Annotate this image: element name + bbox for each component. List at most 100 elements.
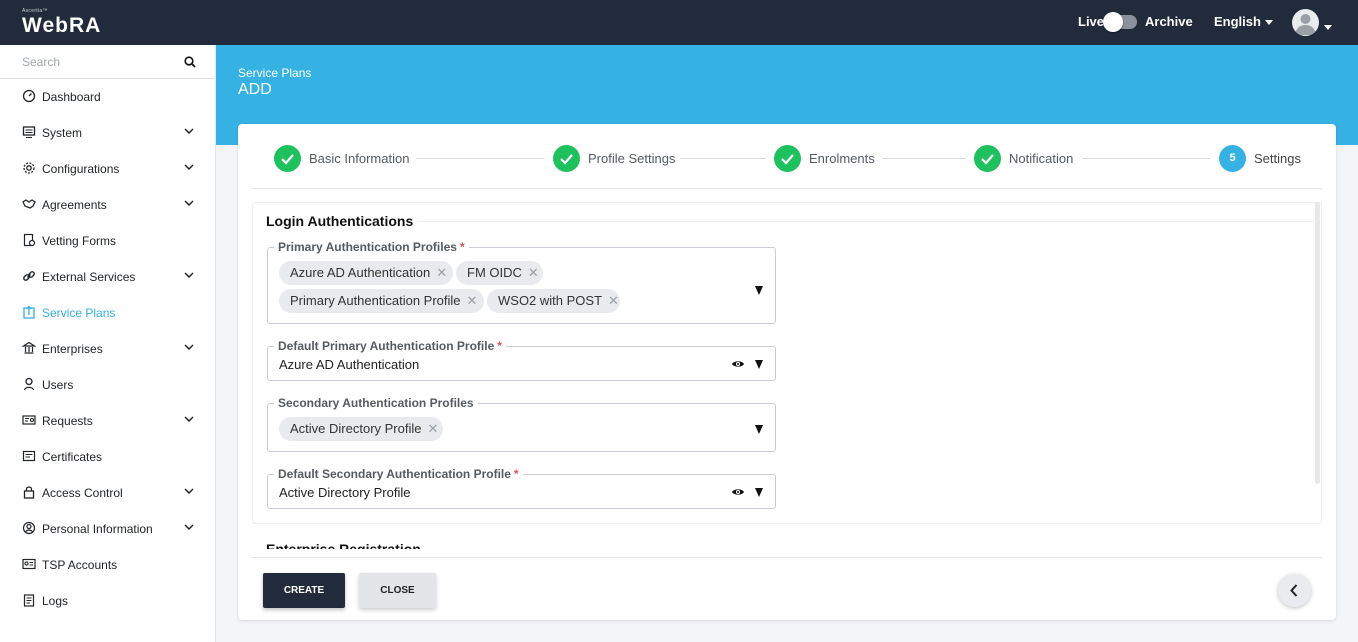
back-button[interactable]	[1278, 574, 1311, 607]
chip-remove-icon[interactable]: ✕	[436, 265, 447, 280]
sidebar-item-label: Logs	[42, 594, 69, 608]
sidebar-item-enterprises[interactable]: Enterprises	[0, 337, 215, 361]
form-icon	[23, 233, 36, 247]
step-connector	[416, 158, 544, 159]
step-4-label[interactable]: Notification	[1009, 151, 1073, 166]
sidebar-item-personal-information[interactable]: Personal Information	[0, 517, 215, 541]
step-4-check[interactable]	[974, 145, 1001, 172]
next-section-title: Enterprise Registration	[266, 541, 421, 549]
required-mark: *	[497, 339, 502, 353]
step-1-check[interactable]	[274, 145, 301, 172]
check-icon	[560, 154, 573, 165]
sidebar-item-access-control[interactable]: Access Control	[0, 481, 215, 505]
field-label: Default Secondary Authentication Profile…	[274, 466, 523, 482]
primary-auth-profiles-select[interactable]: Primary Authentication Profiles * Azure A…	[267, 239, 776, 324]
step-3-label[interactable]: Enrolments	[809, 151, 875, 166]
field-label-text: Default Secondary Authentication Profile	[278, 467, 511, 481]
dropdown-arrow-icon[interactable]	[755, 425, 763, 434]
step-connector	[882, 158, 966, 159]
chevron-down-icon[interactable]	[184, 164, 194, 171]
sidebar-item-tsp-accounts[interactable]: TSP Accounts	[0, 553, 215, 577]
check-icon	[281, 154, 294, 165]
sidebar-item-agreements[interactable]: Agreements	[0, 193, 215, 217]
eye-icon[interactable]	[731, 359, 745, 369]
field-label-text: Default Primary Authentication Profile	[278, 339, 495, 353]
step-5-number[interactable]: 5	[1219, 145, 1246, 172]
chevron-down-icon[interactable]	[184, 344, 194, 351]
avatar[interactable]	[1292, 9, 1319, 36]
sidebar-item-users[interactable]: Users	[0, 373, 215, 397]
dropdown-arrow-icon[interactable]	[755, 360, 763, 369]
chevron-down-icon[interactable]	[184, 272, 194, 279]
chip-remove-icon[interactable]: ✕	[528, 265, 539, 280]
sidebar-item-label: Vetting Forms	[42, 234, 117, 248]
sidebar-item-logs[interactable]: Logs	[0, 589, 215, 613]
bank-icon	[22, 341, 36, 354]
step-2-label[interactable]: Profile Settings	[588, 151, 675, 166]
dropdown-arrow-icon[interactable]	[755, 286, 763, 295]
language-selector[interactable]: English	[1214, 14, 1273, 29]
step-2-check[interactable]	[553, 145, 580, 172]
search-input[interactable]: Search	[22, 55, 60, 69]
sidebar-item-label: Dashboard	[42, 90, 101, 104]
step-5-label[interactable]: Settings	[1254, 151, 1301, 166]
sidebar-item-service-plans[interactable]: Service Plans	[0, 301, 215, 325]
dashboard-icon	[22, 89, 36, 103]
check-icon	[781, 154, 794, 165]
section-title-rule	[418, 221, 1314, 222]
gear-icon	[23, 162, 35, 174]
dropdown-arrow-icon[interactable]	[755, 488, 763, 497]
chip-remove-icon[interactable]: ✕	[608, 293, 619, 308]
chevron-down-icon[interactable]	[184, 488, 194, 495]
chip-label: WSO2 with POST	[498, 293, 603, 308]
lock-icon	[23, 486, 35, 499]
sidebar-item-label: Service Plans	[42, 306, 116, 320]
search-icon[interactable]	[184, 56, 196, 68]
chip-remove-icon[interactable]: ✕	[467, 293, 478, 308]
sidebar-search[interactable]: Search	[0, 45, 215, 79]
create-button[interactable]: CREATE	[263, 573, 345, 608]
secondary-auth-profiles-select[interactable]: Secondary Authentication Profiles Active…	[267, 395, 776, 452]
breadcrumb[interactable]: Service Plans	[238, 66, 311, 80]
chevron-down-icon[interactable]	[184, 128, 194, 135]
user-menu-caret-icon[interactable]	[1324, 19, 1332, 37]
selected-value: Active Directory Profile	[279, 485, 411, 500]
sidebar-item-label: Personal Information	[42, 522, 153, 536]
chip-primary-auth-profile: Primary Authentication Profile ✕	[279, 289, 484, 313]
default-primary-auth-select[interactable]: Default Primary Authentication Profile * …	[267, 338, 776, 381]
default-secondary-auth-select[interactable]: Default Secondary Authentication Profile…	[267, 466, 776, 509]
sidebar-item-system[interactable]: System	[0, 121, 215, 145]
sidebar-item-configurations[interactable]: Configurations	[0, 157, 215, 181]
sidebar-item-label: Configurations	[42, 162, 120, 176]
app-logo[interactable]: Ascertia™ WebRA	[22, 9, 101, 38]
live-archive-toggle[interactable]	[1103, 12, 1137, 32]
sidebar-item-label: Access Control	[42, 486, 123, 500]
chip-label: Azure AD Authentication	[290, 265, 431, 280]
required-mark: *	[459, 240, 465, 254]
sidebar-item-vetting-forms[interactable]: Vetting Forms	[0, 229, 215, 253]
chip-remove-icon[interactable]: ✕	[427, 421, 438, 436]
chevron-down-icon[interactable]	[184, 416, 194, 423]
sidebar-item-label: External Services	[42, 270, 136, 284]
section-title: Login Authentications	[266, 213, 414, 229]
step-connector	[1082, 158, 1210, 159]
step-3-check[interactable]	[774, 145, 801, 172]
chevron-down-icon[interactable]	[184, 524, 194, 531]
archive-label: Archive	[1145, 14, 1193, 29]
footer-divider	[252, 557, 1322, 558]
field-label: Secondary Authentication Profiles	[274, 395, 478, 411]
monitor-icon	[22, 126, 36, 139]
form-scrollbar[interactable]	[1315, 202, 1320, 484]
eye-icon[interactable]	[731, 487, 745, 497]
sidebar-item-dashboard[interactable]: Dashboard	[0, 85, 215, 109]
sidebar-item-requests[interactable]: Requests	[0, 409, 215, 433]
chevron-down-icon[interactable]	[184, 200, 194, 207]
step-1-label[interactable]: Basic Information	[309, 151, 409, 166]
sidebar-item-external-services[interactable]: External Services	[0, 265, 215, 289]
close-button[interactable]: CLOSE	[359, 573, 436, 608]
sidebar-item-certificates[interactable]: Certificates	[0, 445, 215, 469]
chip-label: FM OIDC	[467, 265, 522, 280]
sidebar-item-label: Certificates	[42, 450, 103, 464]
toggle-knob	[1103, 12, 1123, 32]
live-label: Live	[1078, 14, 1105, 29]
